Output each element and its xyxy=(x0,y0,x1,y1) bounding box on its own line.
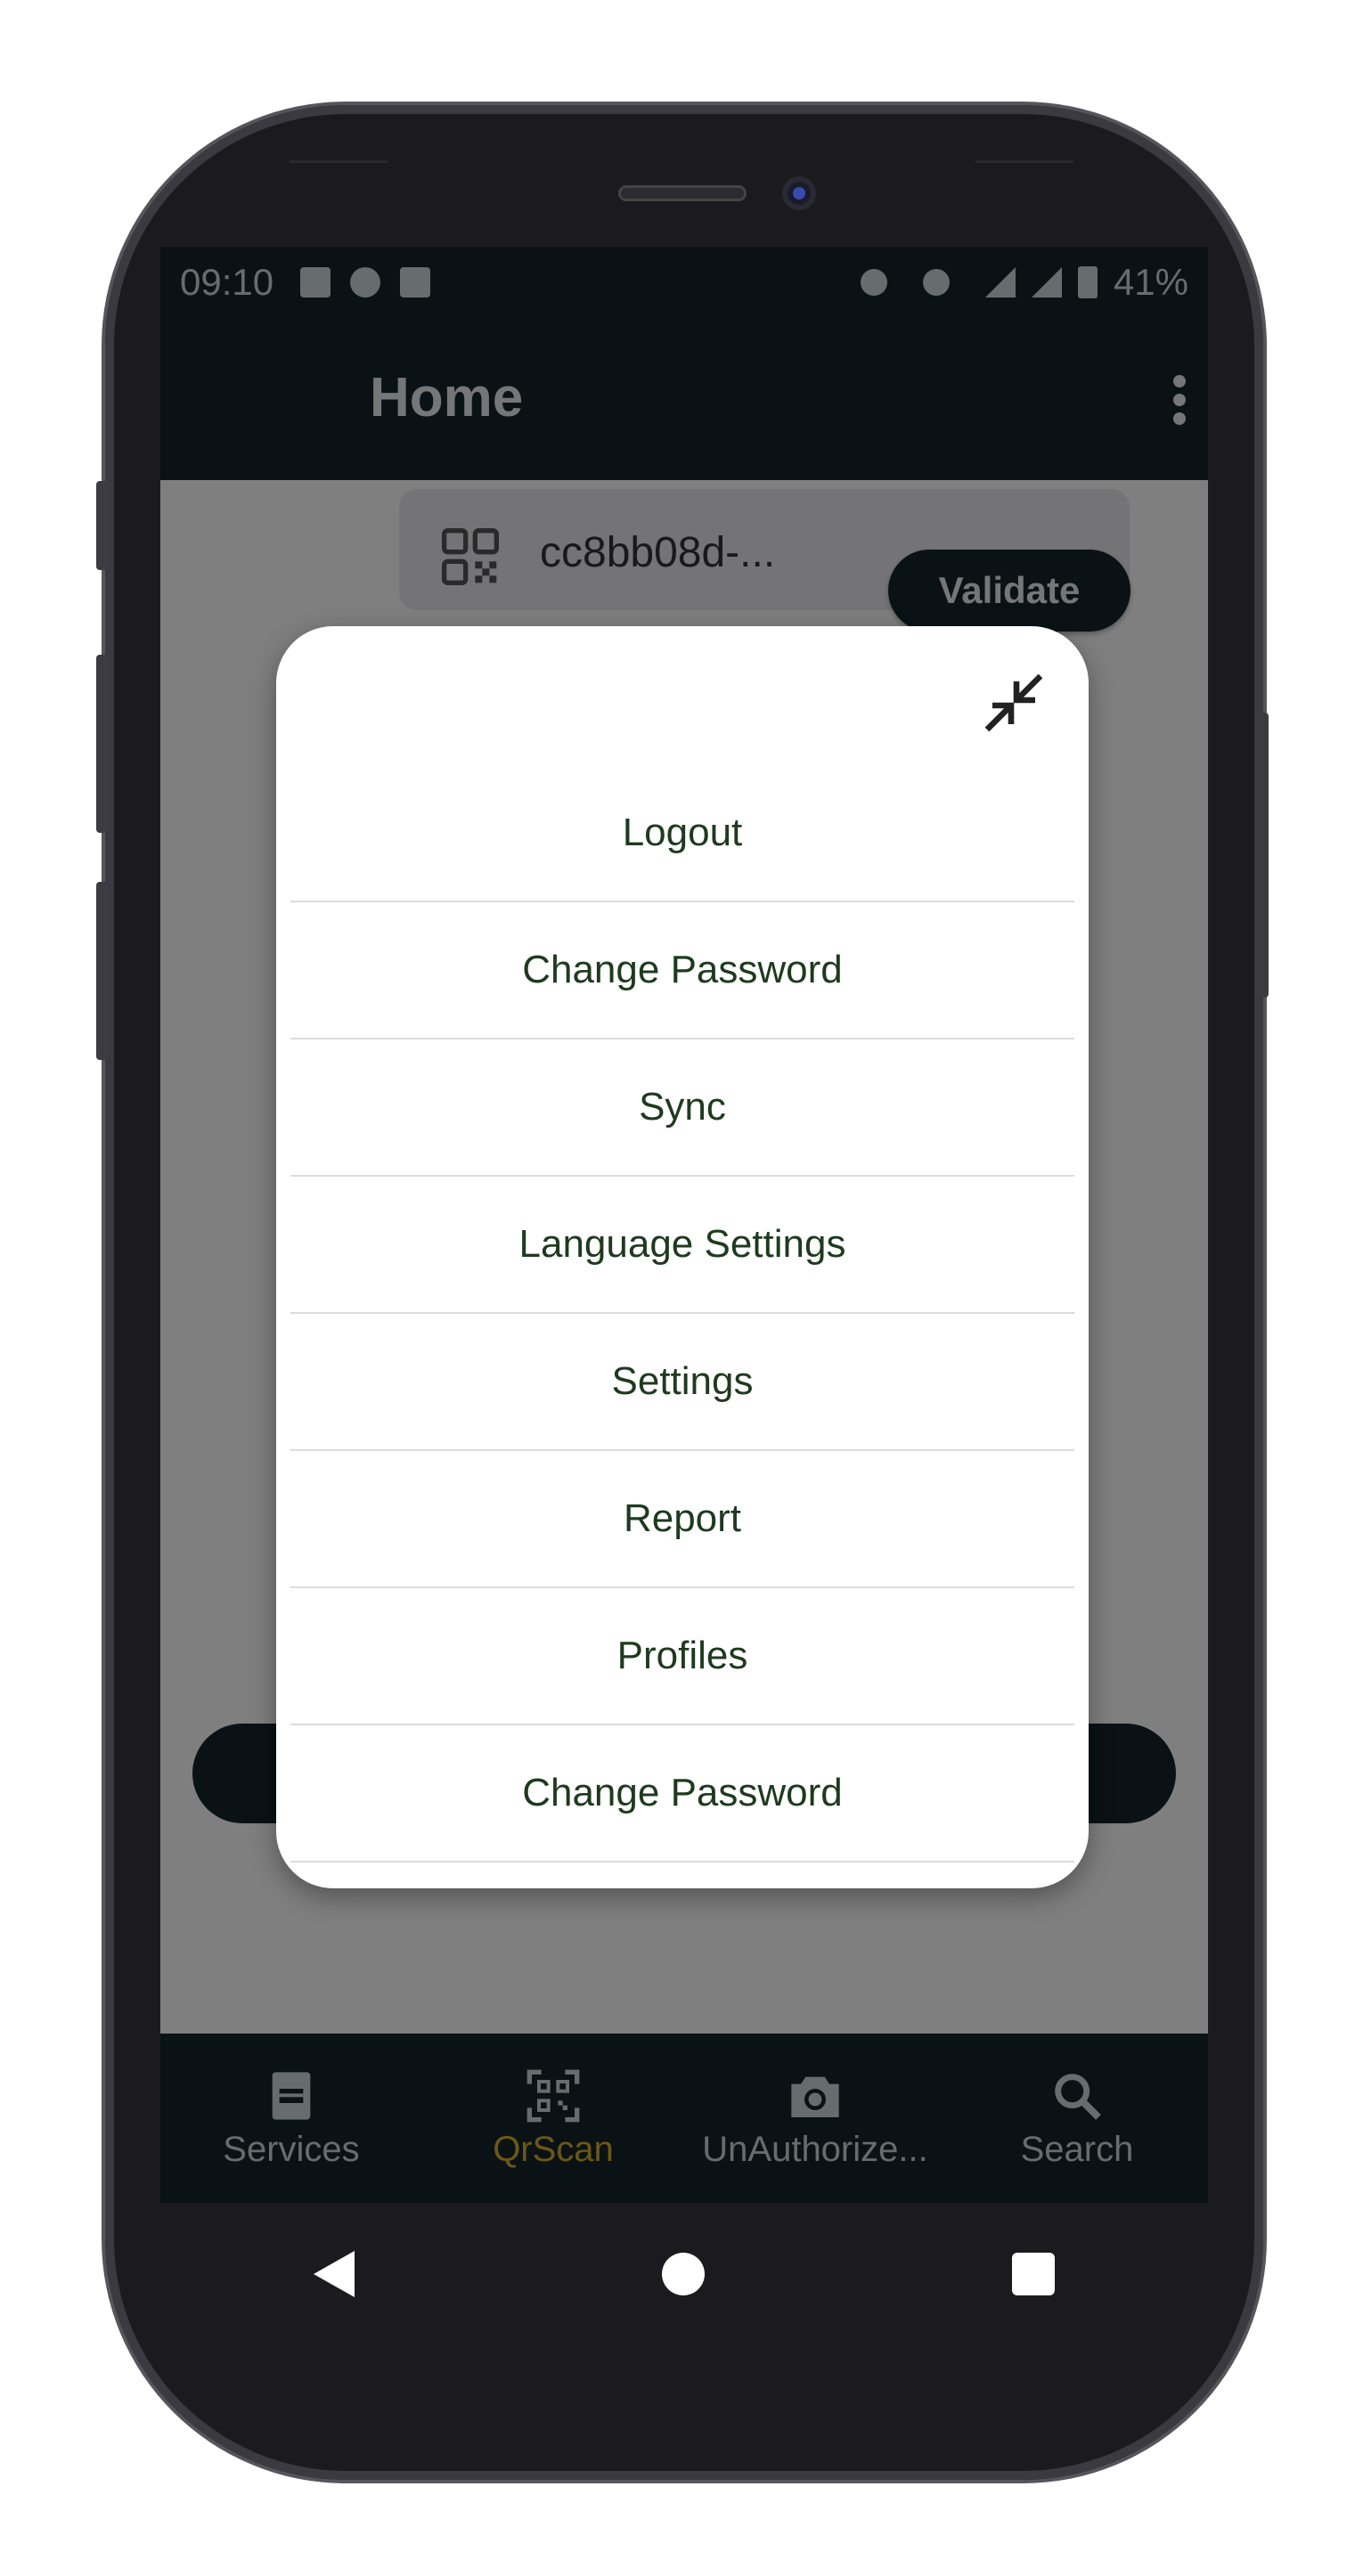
back-icon[interactable] xyxy=(314,2251,355,2297)
front-camera xyxy=(782,176,816,210)
menu-item-logout[interactable]: Logout xyxy=(290,765,1074,902)
bezel-line-right xyxy=(975,160,1073,163)
menu-dialog: Logout Change Password Sync Language Set… xyxy=(276,626,1089,1888)
earpiece-speaker xyxy=(618,185,747,201)
recents-icon[interactable] xyxy=(1011,2253,1055,2295)
menu-item-report[interactable]: Report xyxy=(290,1451,1074,1588)
volume-down-button xyxy=(96,882,109,1060)
close-fullscreen-icon[interactable] xyxy=(982,671,1046,735)
menu-item-profiles[interactable]: Profiles xyxy=(290,1588,1074,1725)
menu-item-settings[interactable]: Settings xyxy=(290,1314,1074,1451)
volume-up-button xyxy=(96,655,109,833)
home-icon[interactable] xyxy=(661,2253,705,2295)
menu-item-change-password[interactable]: Change Password xyxy=(290,902,1074,1039)
menu-item-language-settings[interactable]: Language Settings xyxy=(290,1177,1074,1314)
mute-switch xyxy=(96,481,109,570)
menu-item-sync[interactable]: Sync xyxy=(290,1039,1074,1177)
system-navigation-bar xyxy=(160,2203,1208,2345)
screen: 09:10 41% Home cc8bb08d-... Vali xyxy=(160,247,1208,2203)
power-button xyxy=(1256,713,1269,998)
menu-item-change-password-2[interactable]: Change Password xyxy=(290,1725,1074,1863)
menu-list: Logout Change Password Sync Language Set… xyxy=(290,765,1074,1863)
bezel-line-left xyxy=(290,160,388,163)
